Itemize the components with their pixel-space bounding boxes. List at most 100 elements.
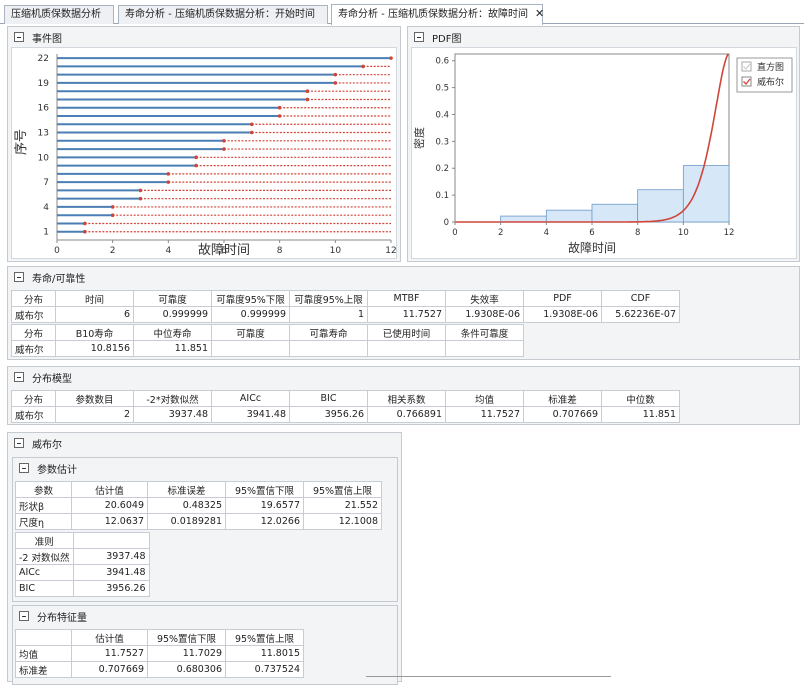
table-cell[interactable]: 3941.48 — [72, 564, 150, 581]
table-cell[interactable]: 0.737524 — [225, 661, 304, 678]
pdf-chart-panel: PDF图 0 2 4 6 8 10 12 0 0.1 0.2 0.3 0.4 0.5 0.6 故障时间 密度 直… — [407, 26, 800, 262]
table-cell[interactable]: 11.7527 — [71, 645, 148, 662]
table-cell[interactable]: AICc — [15, 564, 74, 581]
column-header: PDF — [523, 290, 602, 307]
table-cell[interactable]: 11.7527 — [445, 406, 524, 423]
failure-point — [110, 205, 115, 209]
y-tick-label: 13 — [38, 129, 49, 139]
column-header — [15, 629, 72, 646]
table-cell[interactable]: 0.0189281 — [147, 513, 226, 530]
table-cell[interactable]: 0.766891 — [367, 406, 446, 423]
histogram-bar — [637, 189, 684, 223]
table-cell[interactable]: 0.680306 — [147, 661, 226, 678]
column-header: 95%置信下限 — [225, 481, 304, 498]
column-header: 条件可靠度 — [445, 324, 524, 341]
failure-point — [250, 130, 254, 135]
column-header: 已使用时间 — [367, 324, 446, 341]
column-header: -2*对数似然 — [133, 390, 212, 407]
table-cell[interactable]: 11.7527 — [367, 306, 446, 323]
x-tick-label: 8 — [635, 228, 640, 238]
event-chart: 0 2 4 6 8 10 121471013161922故障时间序号 — [14, 54, 397, 258]
table-header-row: 参数 估计值 标准误差 95%置信下限 95%置信上限 — [15, 481, 382, 498]
table-cell[interactable] — [367, 340, 446, 357]
y-tick-label: 0.3 — [435, 137, 449, 147]
y-tick-label: 0.5 — [435, 84, 449, 94]
table-cell[interactable]: 3956.26 — [72, 580, 150, 597]
x-tick-label: 6 — [589, 228, 594, 238]
failure-point — [194, 155, 198, 160]
table-cell[interactable] — [289, 340, 368, 357]
collapse-icon[interactable] — [414, 32, 424, 42]
table-cell[interactable]: 1.9308E-06 — [523, 306, 602, 323]
failure-point — [138, 188, 143, 193]
column-header: 失效率 — [445, 290, 524, 307]
table-cell[interactable]: 标准差 — [15, 661, 72, 678]
panel-title: 寿命/可靠性 — [32, 273, 86, 285]
table-cell[interactable]: 11.851 — [601, 406, 680, 423]
column-header: 参数 — [15, 481, 72, 498]
table-cell[interactable]: 威布尔 — [11, 340, 56, 357]
table-cell[interactable]: 11.7029 — [147, 645, 226, 662]
table-cell[interactable]: 0.707669 — [523, 406, 602, 423]
table-cell[interactable]: 形状β — [15, 497, 72, 514]
table-cell[interactable]: 0.999999 — [211, 306, 290, 323]
tab-compressor-data[interactable]: 压缩机质保数据分析 — [4, 5, 114, 24]
table-cell[interactable]: 威布尔 — [11, 406, 56, 423]
tab-life-failure-time[interactable]: 寿命分析 - 压缩机质保数据分析：故障时间 ✕ — [331, 4, 544, 25]
collapse-icon[interactable] — [14, 272, 24, 282]
table-cell[interactable]: 12.0637 — [71, 513, 148, 530]
table-cell[interactable]: 12.0266 — [225, 513, 304, 530]
table-cell[interactable] — [211, 340, 290, 357]
failure-point — [166, 180, 171, 184]
collapse-icon[interactable] — [14, 372, 24, 382]
collapse-icon[interactable] — [14, 32, 24, 42]
table-cell[interactable]: 19.6577 — [225, 497, 304, 514]
table-cell[interactable]: 11.851 — [133, 340, 212, 357]
tab-bar: 压缩机质保数据分析 寿命分析 - 压缩机质保数据分析：开始时间 寿命分析 - 压… — [0, 0, 804, 25]
table-cell[interactable]: 0.707669 — [71, 661, 148, 678]
table-cell[interactable]: 2 — [55, 406, 134, 423]
collapse-icon[interactable] — [14, 438, 24, 448]
table-cell[interactable]: 20.6049 — [71, 497, 148, 514]
y-tick-label: 7 — [43, 178, 49, 188]
table-cell[interactable]: -2 对数似然 — [15, 548, 74, 565]
table-cell[interactable]: 0.48325 — [147, 497, 226, 514]
column-header: 均值 — [445, 390, 524, 407]
table-cell[interactable]: 3941.48 — [211, 406, 290, 423]
failure-point — [389, 56, 393, 60]
panel-header: 威布尔 — [8, 433, 401, 453]
y-tick-label: 19 — [38, 79, 50, 89]
column-header: 可靠度 — [211, 324, 290, 341]
y-tick-label: 0 — [444, 218, 449, 228]
column-header: 时间 — [55, 290, 134, 307]
table-cell[interactable]: 3937.48 — [72, 548, 150, 565]
collapse-icon[interactable] — [19, 463, 29, 473]
y-tick-label: 0.6 — [435, 57, 449, 67]
close-icon[interactable]: ✕ — [535, 7, 544, 20]
table-cell[interactable]: 5.62236E-07 — [601, 306, 680, 323]
table-cell[interactable] — [445, 340, 524, 357]
table-cell[interactable]: 3937.48 — [133, 406, 212, 423]
table-cell[interactable]: 尺度η — [15, 513, 72, 530]
panel-title: 分布模型 — [32, 373, 72, 385]
table-cell[interactable]: 3956.26 — [289, 406, 368, 423]
distribution-characteristics-panel: 分布特征量 估计值 95%置信下限 95%置信上限 均值 11.7527 11.7029 1… — [12, 605, 398, 685]
tab-life-start-time[interactable]: 寿命分析 - 压缩机质保数据分析：开始时间 — [118, 5, 328, 24]
table-cell[interactable]: 0.999999 — [133, 306, 212, 323]
table-cell[interactable]: 11.8015 — [225, 645, 304, 662]
column-header: 可靠度 — [133, 290, 212, 307]
table-cell[interactable]: 10.8156 — [55, 340, 134, 357]
table-cell[interactable]: 威布尔 — [11, 306, 56, 323]
table-cell[interactable]: 21.552 — [303, 497, 382, 514]
column-header: 估计值 — [71, 481, 148, 498]
column-header: 估计值 — [71, 629, 148, 646]
table-cell[interactable]: 6 — [55, 306, 134, 323]
table-cell[interactable]: BIC — [15, 580, 74, 597]
collapse-icon[interactable] — [19, 611, 29, 621]
table-cell[interactable]: 1 — [289, 306, 368, 323]
table-cell[interactable]: 1.9308E-06 — [445, 306, 524, 323]
panel-header: PDF图 — [408, 27, 799, 47]
column-header: 参数数目 — [55, 390, 134, 407]
table-cell[interactable]: 12.1008 — [303, 513, 382, 530]
table-cell[interactable]: 均值 — [15, 645, 72, 662]
